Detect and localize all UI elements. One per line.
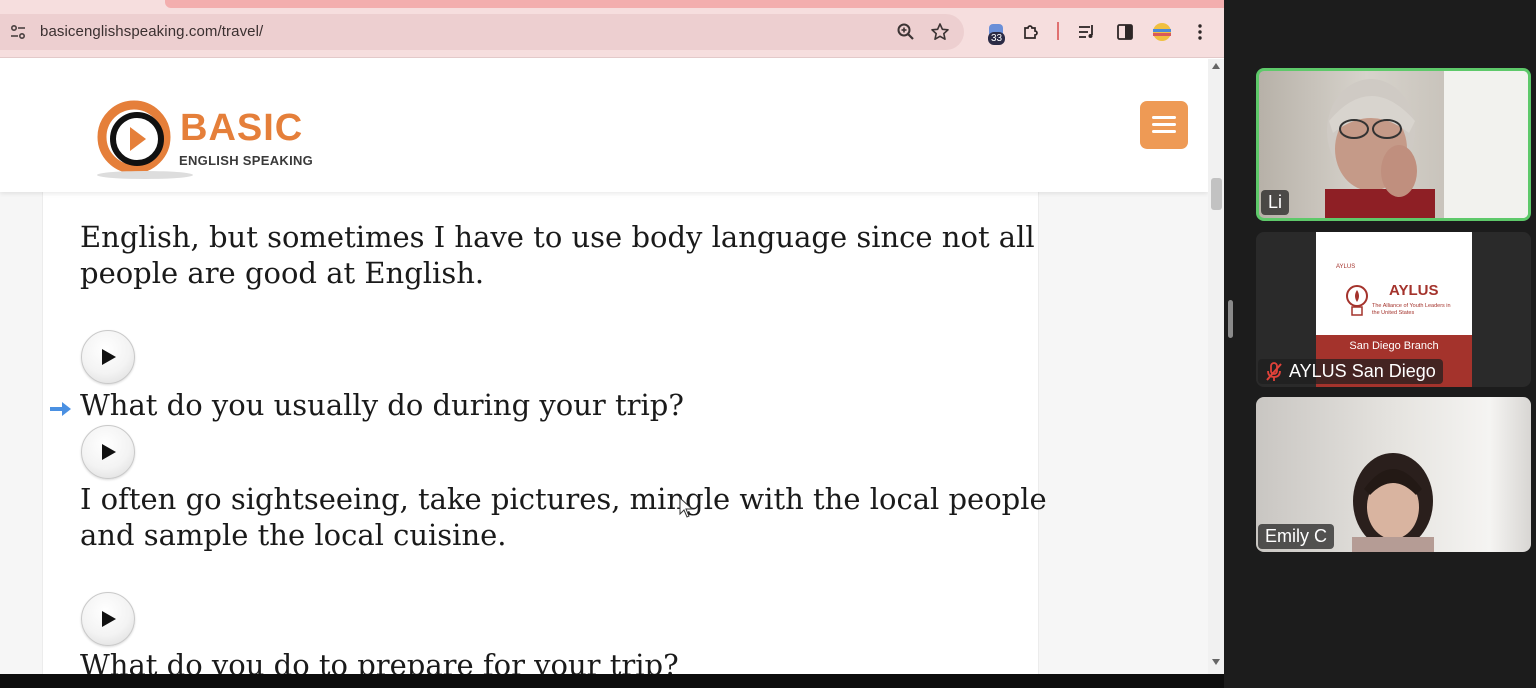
answer-text: English, but sometimes I have to use bod… (80, 219, 1035, 291)
scroll-down-icon[interactable] (1212, 659, 1220, 665)
profile-avatar-icon[interactable] (1152, 22, 1172, 42)
site-info-icon[interactable] (9, 23, 27, 41)
text-line: I often go sightseeing, take pictures, m… (80, 482, 1047, 516)
browser-toolbar: basicenglishspeaking.com/travel/ 33 (0, 0, 1224, 58)
puzzle-extensions-icon[interactable] (1021, 22, 1041, 42)
panel-resize-handle[interactable] (1228, 300, 1233, 338)
text-line: English, but sometimes I have to use bod… (80, 220, 1035, 254)
play-icon (102, 349, 116, 365)
participant-name: Emily C (1258, 524, 1334, 549)
taskbar-strip (0, 674, 1224, 688)
more-menu-icon[interactable] (1190, 22, 1210, 42)
question-text: What do you usually do during your trip? (80, 388, 684, 422)
address-bar[interactable]: basicenglishspeaking.com/travel/ (0, 14, 964, 50)
side-panel-icon[interactable] (1115, 22, 1135, 42)
mic-muted-icon (1266, 361, 1282, 381)
participant-tile-emily-c[interactable]: Emily C (1256, 397, 1531, 552)
text-line: people are good at English. (80, 256, 485, 290)
browser-window: basicenglishspeaking.com/travel/ 33 Engl… (0, 0, 1224, 674)
menu-bar (1152, 130, 1176, 133)
play-audio-button[interactable] (81, 592, 135, 646)
site-header: BASIC ENGLISH SPEAKING (0, 59, 1208, 192)
slide-org-label: AYLUS (1336, 264, 1356, 270)
toolbar-divider (1057, 22, 1059, 40)
participant-tile-li[interactable]: Li (1256, 68, 1531, 221)
web-page: English, but sometimes I have to use bod… (0, 59, 1208, 674)
participant-name: AYLUS San Diego (1289, 361, 1436, 381)
answer-text: I often go sightseeing, take pictures, m… (80, 481, 1047, 553)
arrow-right-icon (50, 402, 71, 416)
screen: basicenglishspeaking.com/travel/ 33 Engl… (0, 0, 1536, 688)
question-text: What do you do to prepare for your trip? (80, 648, 679, 674)
play-audio-button[interactable] (81, 425, 135, 479)
participant-name: Li (1261, 190, 1290, 215)
participant-tile-aylus[interactable]: AYLUS AYLUS The Alliance of Youth Leader… (1256, 232, 1531, 387)
play-audio-button[interactable] (81, 330, 135, 384)
participant-name-badge: AYLUS San Diego (1258, 359, 1443, 384)
logo-subtitle: ENGLISH SPEAKING (179, 153, 314, 168)
hamburger-menu-button[interactable] (1140, 101, 1188, 149)
zoom-icon[interactable] (896, 22, 916, 42)
play-icon (102, 611, 116, 627)
page-scrollbar[interactable] (1208, 59, 1224, 674)
slide-subtitle: The Alliance of Youth Leaders in the Uni… (1372, 303, 1451, 316)
url-text[interactable]: basicenglishspeaking.com/travel/ (40, 23, 263, 40)
scroll-thumb[interactable] (1211, 178, 1222, 210)
text-line: and sample the local cuisine. (80, 518, 507, 552)
menu-bar (1152, 116, 1176, 119)
lightbulb-icon (1346, 285, 1368, 316)
participant-video (1325, 71, 1528, 218)
media-control-icon[interactable] (1077, 22, 1097, 42)
tab-strip (165, 0, 1224, 8)
play-icon (102, 444, 116, 460)
scroll-up-icon[interactable] (1212, 63, 1220, 69)
slide-branch-label: San Diego Branch (1349, 340, 1439, 352)
menu-bar (1152, 123, 1176, 126)
logo-wordmark: BASIC (180, 107, 304, 149)
extension-badge: 33 (988, 32, 1006, 45)
slide-title: AYLUS (1389, 282, 1439, 299)
mouse-cursor-icon (679, 497, 694, 518)
bookmark-star-icon[interactable] (930, 22, 950, 42)
